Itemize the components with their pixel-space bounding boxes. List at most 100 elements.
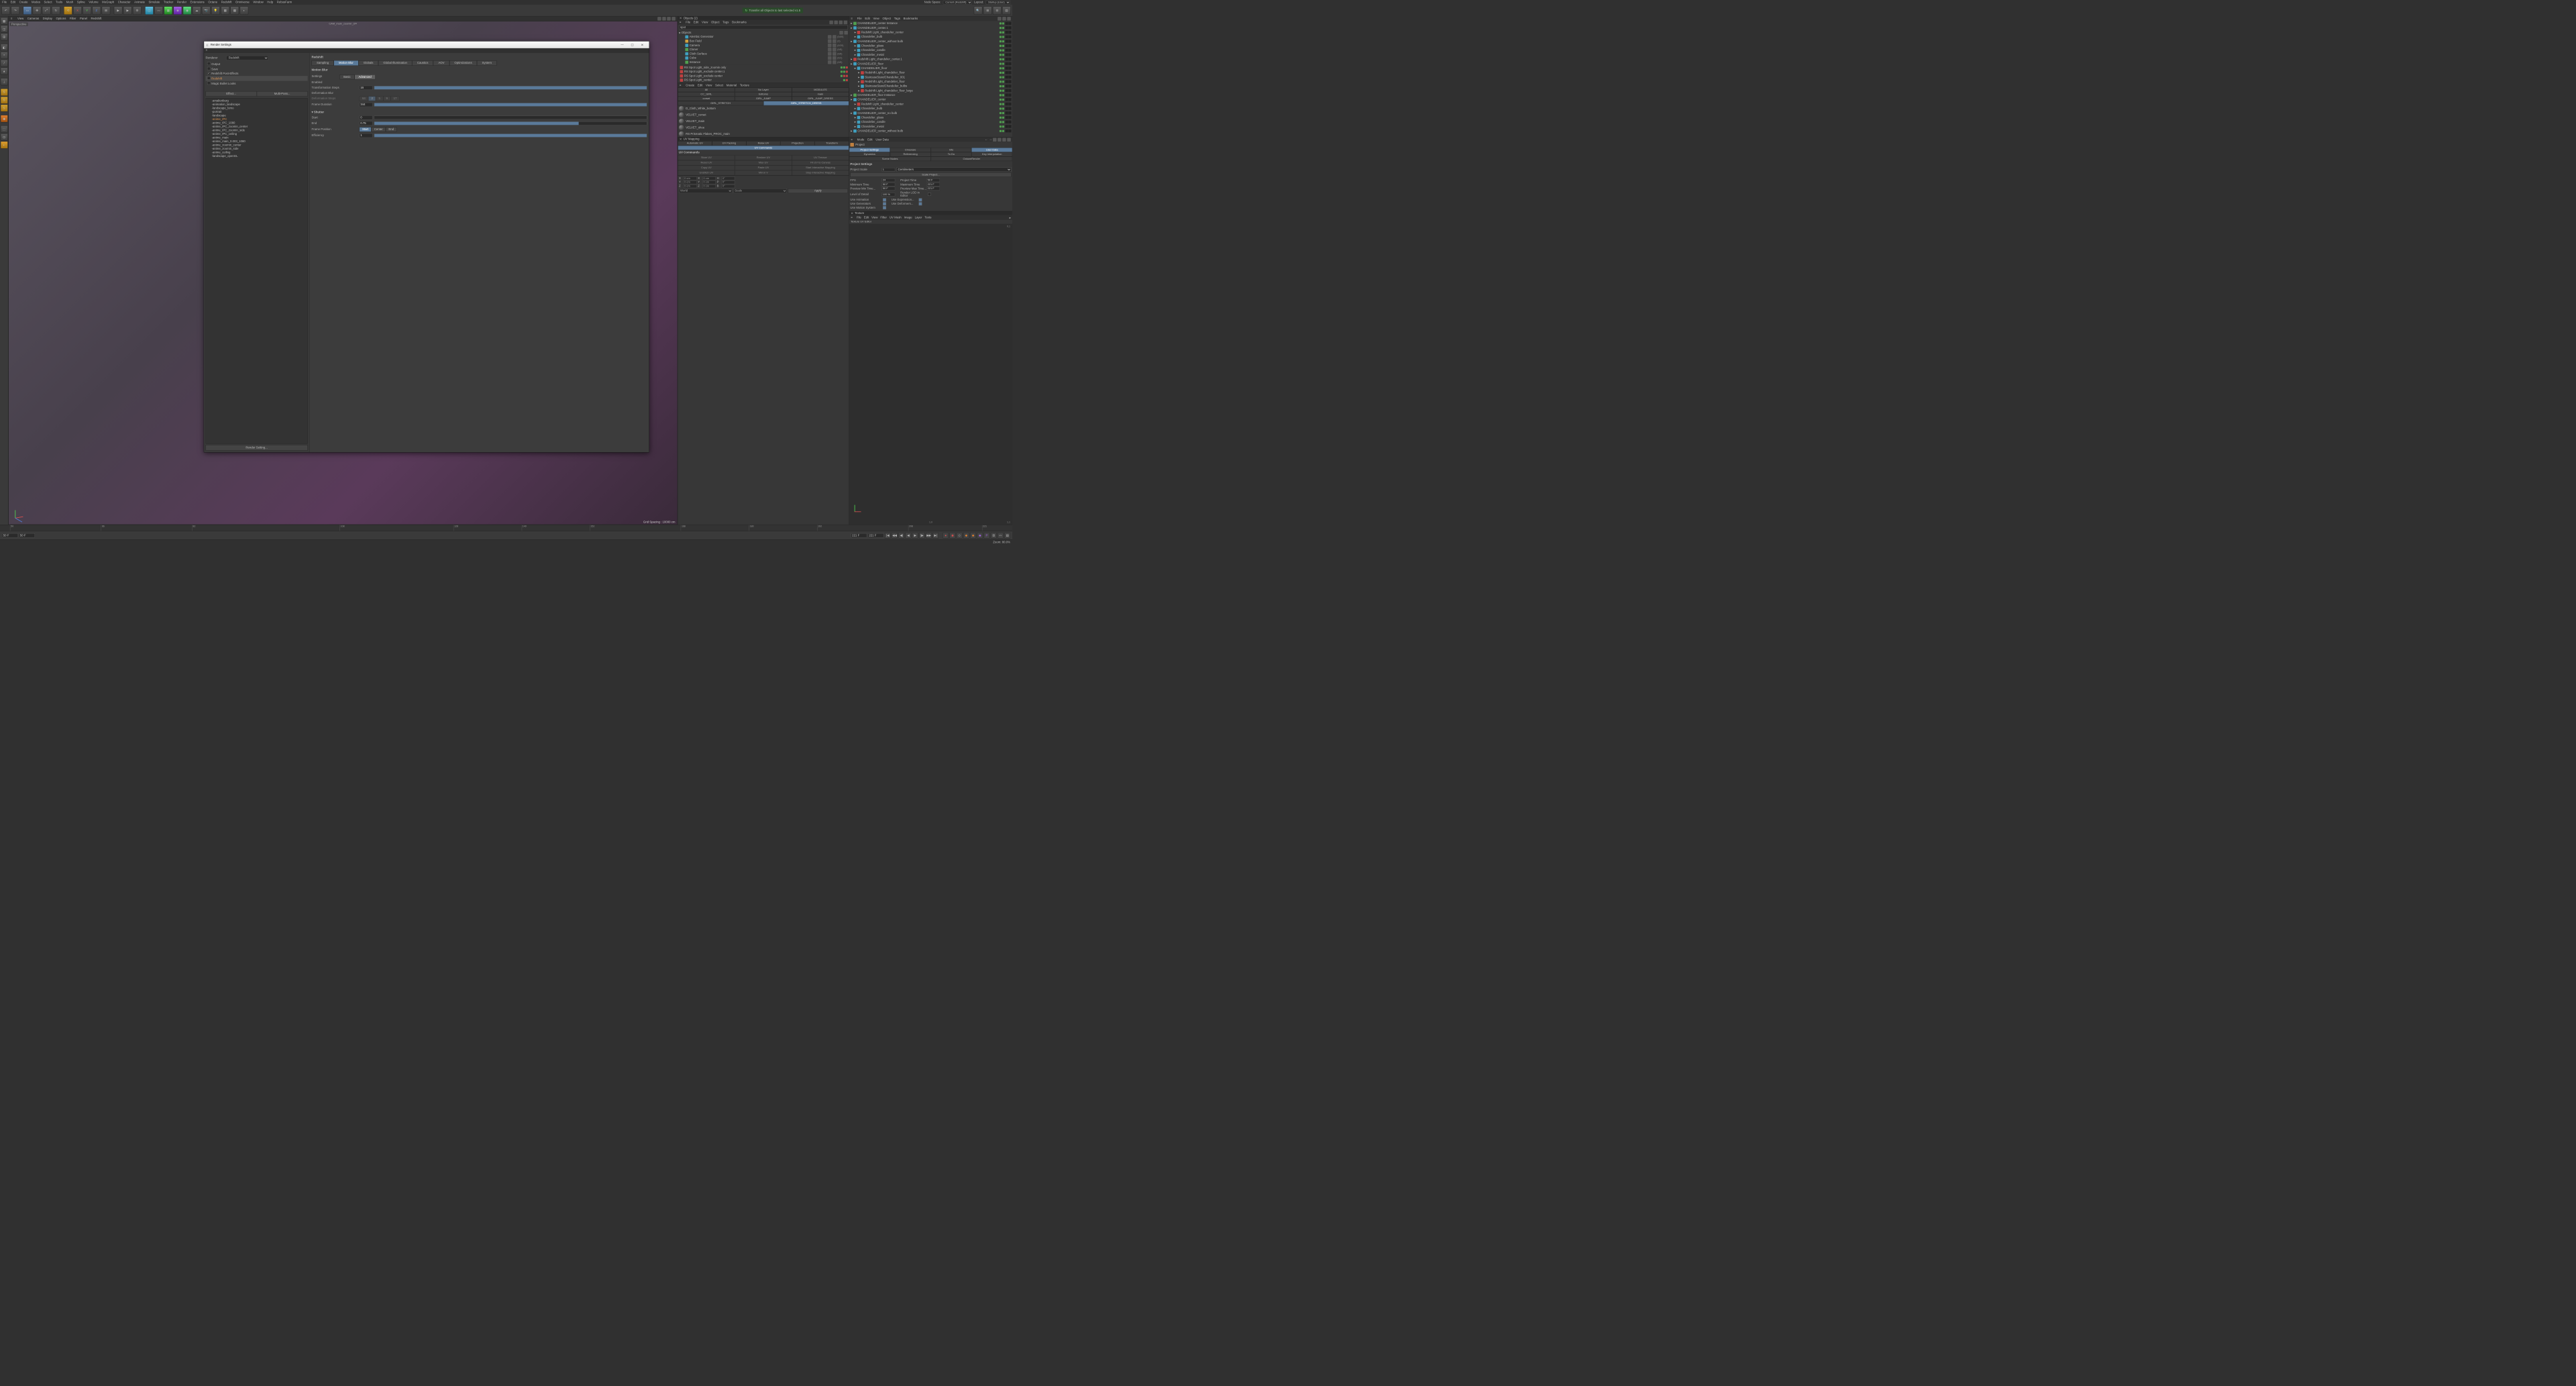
rotate-tool[interactable]: ↻	[52, 6, 60, 15]
texture-mode-button[interactable]: ◫	[1, 25, 8, 33]
scene-object-row[interactable]: ▸Redshift Light_chandelier_floor_large	[849, 89, 1012, 93]
uv-command-button[interactable]: Unstitch UV	[678, 170, 735, 175]
coord-sz-input[interactable]	[702, 184, 716, 188]
layout-select[interactable]: Startup (User)	[985, 1, 1010, 5]
basic-tab[interactable]: Basic	[339, 74, 354, 79]
quantize-button[interactable]: S	[1, 97, 8, 104]
objects-tab-label[interactable]: Objects (2)	[684, 17, 698, 20]
soft-select-button[interactable]: ◉	[1, 115, 8, 122]
vp-layout-icon[interactable]	[672, 17, 676, 21]
add-cube-button[interactable]: ◫	[145, 6, 154, 15]
use-deformers-checkbox[interactable]	[919, 202, 922, 205]
tab-caustics[interactable]: Caustics	[412, 60, 433, 66]
object-mode-button[interactable]: ◧	[1, 44, 8, 51]
uv-command-button[interactable]: Store UV	[678, 155, 735, 160]
mat-edit[interactable]: Edit	[698, 84, 702, 87]
edge-mode-button[interactable]: /	[1, 60, 8, 67]
scene-object-row[interactable]: ▸Chandelier_bulb	[849, 34, 1012, 39]
uv-command-button[interactable]: Start Interactive Mapping	[792, 165, 849, 170]
project-tab[interactable]: OctaneRender	[930, 156, 1012, 161]
sort-icon[interactable]	[839, 21, 843, 25]
uv-tab[interactable]: Automatic UV	[678, 141, 712, 146]
lod-input[interactable]	[882, 193, 896, 196]
spot-light-item[interactable]: RS Spot Light_side_zoomin only	[678, 65, 849, 69]
scene-object-row[interactable]: ▸Chandelier_glass	[849, 115, 1012, 120]
uv-command-button[interactable]: UV Terrace	[792, 155, 849, 160]
layer-tab[interactable]: No Layer	[735, 87, 792, 92]
shutter-start-input[interactable]	[360, 115, 373, 119]
timeline-start-input[interactable]	[2, 533, 18, 537]
transformation-steps-input[interactable]	[360, 86, 373, 90]
scale-unit-select[interactable]: Centimeters	[897, 168, 1012, 172]
material-item[interactable]: VELVET_shoe	[678, 124, 849, 130]
search-objects-icon[interactable]	[829, 21, 833, 25]
project-tab[interactable]: Scene Nodes	[849, 156, 931, 161]
vp-nav-icon[interactable]	[657, 17, 661, 21]
scene-object-row[interactable]: ▸CHANDELIER_center_without bulb	[849, 39, 1012, 44]
preset-item[interactable]: -landscape_openGL	[207, 154, 307, 158]
content-browser-button[interactable]: ⊟	[993, 6, 1002, 15]
move-tool[interactable]: ✥	[33, 6, 42, 15]
spot-light-item[interactable]: RS Spot Light_exclude center	[678, 74, 849, 78]
menu-render[interactable]: Render	[177, 1, 186, 4]
timeline-last-button[interactable]: ▶|	[932, 533, 938, 539]
coord-h-input[interactable]	[722, 176, 735, 180]
use-expression-checkbox[interactable]	[919, 199, 922, 202]
scene-object-row[interactable]: ▸StaircaseStandChandelier_bulbs	[849, 84, 1012, 89]
coord-sy-input[interactable]	[702, 180, 716, 184]
uv-command-button[interactable]: Reset UV	[678, 160, 735, 165]
scene-object-row[interactable]: ▸Redshift Light_chandelier_floor	[849, 79, 1012, 84]
coord-button[interactable]: ⊞	[102, 6, 111, 15]
frame-duration-input[interactable]	[360, 103, 373, 107]
object-tree-item[interactable]: Alembic Generator(0/49)	[678, 35, 849, 39]
advanced-tab[interactable]: Advanced	[355, 74, 376, 79]
coord-sx-input[interactable]	[702, 176, 716, 180]
mat-texture[interactable]: Texture	[740, 84, 749, 87]
mat-view[interactable]: View	[706, 84, 712, 87]
model-mode-button[interactable]: ▦	[1, 17, 8, 25]
timeline-autokey-button[interactable]: ◉	[950, 533, 956, 539]
mat-create[interactable]: Create	[686, 84, 694, 87]
render-lod-checkbox[interactable]	[928, 193, 931, 196]
presets-list[interactable]: -amalienburg-animation_landscape-landsca…	[206, 98, 308, 443]
uv-tab[interactable]: Relax UV	[746, 141, 780, 146]
filter-icon[interactable]	[834, 21, 838, 25]
timeline-prev-key-button[interactable]: ◀◀	[892, 533, 898, 539]
spot-light-item[interactable]: RS Spot Light_center	[678, 78, 849, 82]
timeline-first-button[interactable]: |◀	[885, 533, 891, 539]
object-tree-item[interactable]: Camera(0/19)	[678, 43, 849, 47]
coord-y-input[interactable]	[684, 180, 697, 184]
menu-character[interactable]: Character	[118, 1, 131, 4]
asset-browser-button[interactable]: ⊞	[983, 6, 992, 15]
max-time-input[interactable]	[926, 182, 940, 186]
scene-object-row[interactable]: ▸Chandelier_glass	[849, 44, 1012, 48]
menu-spline[interactable]: Spline	[77, 1, 85, 4]
project-tab[interactable]: Info	[930, 148, 971, 152]
vp-pan-icon[interactable]	[662, 17, 666, 21]
menu-octane[interactable]: Octane	[208, 1, 217, 4]
scale-project-button[interactable]: Scale Project...	[850, 172, 1011, 177]
workplane-button[interactable]: ⊞	[1, 34, 8, 41]
render-item-redshift-post-effects[interactable]: Redshift Post-Effects	[206, 72, 308, 76]
layer-tab[interactable]: All	[678, 87, 735, 92]
perspective-viewport[interactable]: Perspective CAM_main_zoomin_8✦ Grid Spac…	[9, 21, 678, 525]
object-tree-item[interactable]: Box Field(0)	[678, 39, 849, 43]
enable-axis-button[interactable]: ⊥	[1, 78, 8, 85]
uv-command-button[interactable]: Copy UV	[678, 165, 735, 170]
dialog-minimize-button[interactable]: —	[617, 42, 627, 48]
node-space-select[interactable]: Current (Redshift)	[943, 1, 972, 5]
layer-tab[interactable]: GIRL_JUMP_DRESS	[792, 97, 849, 101]
frame-duration-slider[interactable]	[374, 103, 647, 107]
scene-object-row[interactable]: ▸CHANDELIER_center Instance	[849, 21, 1012, 25]
layer-tab[interactable]: bottoms	[735, 92, 792, 97]
render-item-output[interactable]: Output	[206, 62, 308, 66]
vp-options[interactable]: Options	[56, 17, 66, 21]
effect-button[interactable]: Effect...	[206, 91, 257, 97]
layer-tab[interactable]: corset	[678, 97, 735, 101]
scene-object-row[interactable]: ▸Chandelier_candle	[849, 119, 1012, 124]
coord-p-input[interactable]	[722, 180, 735, 184]
obj-bookmarks[interactable]: Bookmarks	[732, 21, 747, 24]
scene-object-row[interactable]: ▸Chandelier_metal	[849, 52, 1012, 57]
uv-command-button[interactable]: Stop Interactive Mapping	[792, 170, 849, 175]
material-item[interactable]: VELVET_corset	[678, 112, 849, 118]
